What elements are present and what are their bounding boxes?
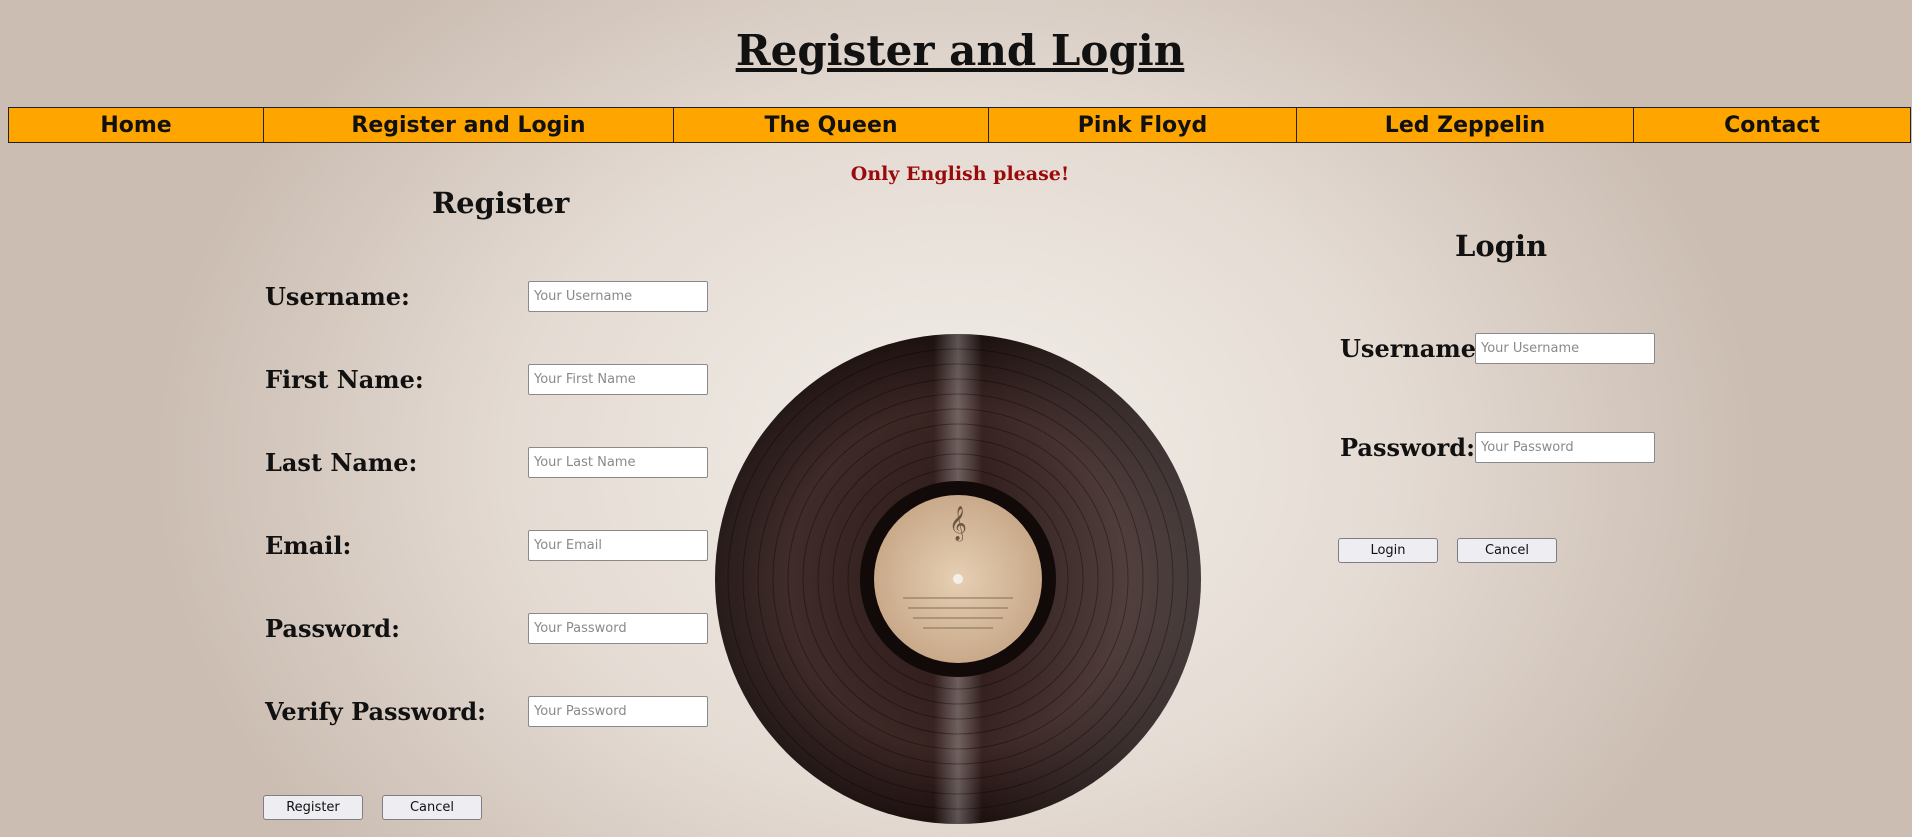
register-email-label: Email: bbox=[265, 531, 352, 560]
nav-contact[interactable]: Contact bbox=[1634, 107, 1911, 143]
login-button[interactable]: Login bbox=[1338, 538, 1438, 563]
login-cancel-button[interactable]: Cancel bbox=[1457, 538, 1557, 563]
page-title: Register and Login bbox=[735, 26, 1185, 75]
register-last-name-input[interactable] bbox=[528, 447, 708, 478]
nav-pink-floyd[interactable]: Pink Floyd bbox=[989, 107, 1297, 143]
register-last-name-label: Last Name: bbox=[265, 448, 418, 477]
vinyl-record-image: 𝄞 bbox=[715, 334, 1201, 824]
nav-register-login[interactable]: Register and Login bbox=[264, 107, 674, 143]
register-cancel-button[interactable]: Cancel bbox=[382, 795, 482, 820]
nav-home[interactable]: Home bbox=[8, 107, 264, 143]
login-username-label: Username: bbox=[1340, 334, 1485, 363]
register-button[interactable]: Register bbox=[263, 795, 363, 820]
register-username-label: Username: bbox=[265, 282, 410, 311]
nav-the-queen[interactable]: The Queen bbox=[674, 107, 989, 143]
language-notice: Only English please! bbox=[850, 163, 1070, 185]
login-password-input[interactable] bbox=[1475, 432, 1655, 463]
register-email-input[interactable] bbox=[528, 530, 708, 561]
register-verify-password-input[interactable] bbox=[528, 696, 708, 727]
svg-text:𝄞: 𝄞 bbox=[949, 506, 967, 542]
register-first-name-label: First Name: bbox=[265, 365, 424, 394]
register-username-input[interactable] bbox=[528, 281, 708, 312]
register-password-input[interactable] bbox=[528, 613, 708, 644]
register-password-label: Password: bbox=[265, 614, 400, 643]
register-first-name-input[interactable] bbox=[528, 364, 708, 395]
register-verify-password-label: Verify Password: bbox=[265, 697, 487, 726]
login-heading: Login bbox=[1455, 229, 1548, 263]
login-username-input[interactable] bbox=[1475, 333, 1655, 364]
register-heading: Register bbox=[432, 186, 570, 220]
login-password-label: Password: bbox=[1340, 433, 1475, 462]
main-nav: Home Register and Login The Queen Pink F… bbox=[8, 107, 1911, 143]
nav-led-zeppelin[interactable]: Led Zeppelin bbox=[1297, 107, 1634, 143]
